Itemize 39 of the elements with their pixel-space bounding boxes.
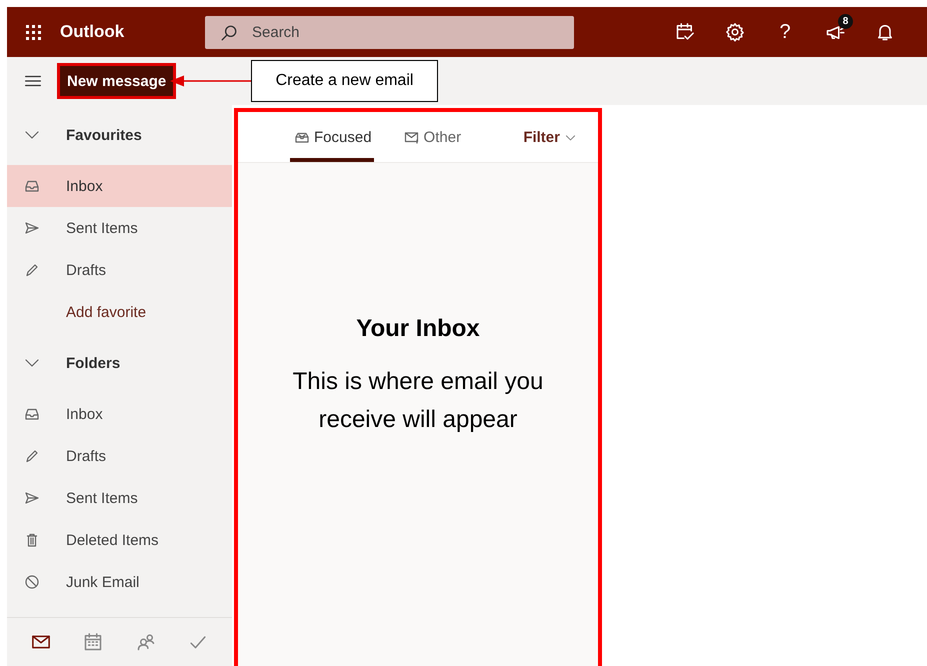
folder-item[interactable]: Deleted Items [7,519,232,561]
trash-icon [24,532,40,548]
search-icon [220,24,238,42]
inbox-icon [24,178,40,194]
callout-box: Create a new email [251,60,438,102]
folder-item[interactable]: Sent Items [7,207,232,249]
mail-tab[interactable]: Other [400,112,464,162]
send-icon [24,220,40,236]
section-title: Favourites [66,126,142,144]
people-icon[interactable] [136,632,156,652]
settings-icon[interactable] [725,22,745,42]
empty-inbox-title: Your Inbox [356,315,480,343]
pencil-icon [24,448,40,464]
filter-button[interactable]: Filter [523,112,577,162]
folder-item[interactable]: Sent Items [7,477,232,519]
section-title: Folders [66,354,120,372]
app-launcher-icon[interactable] [24,23,42,41]
add-favorite-link[interactable]: Add favorite [7,291,232,333]
new-message-button[interactable]: New message [57,63,176,99]
pencil-icon [24,262,40,278]
calendar-check-icon[interactable] [675,22,695,42]
section-header[interactable]: Favourites [7,105,232,165]
bell-icon[interactable] [875,22,895,42]
inbox-icon [24,406,40,422]
notification-badge: 8 [838,14,853,29]
folder-item[interactable]: Drafts [7,435,232,477]
search-field[interactable]: Search [205,16,574,48]
empty-inbox-message: This is where email you receive will appear [292,367,544,435]
calendar-icon[interactable] [83,632,104,652]
help-button[interactable]: ? [760,7,810,57]
send-icon [24,490,40,506]
folder-item[interactable]: Inbox [7,393,232,435]
section-header[interactable]: Folders [7,333,232,393]
folder-item[interactable]: Drafts [7,249,232,291]
folder-item[interactable]: Inbox [7,165,232,207]
app-name: Outlook [60,22,126,42]
blocked-icon [24,574,40,590]
mail-tab[interactable]: Focused [290,112,374,162]
folder-item[interactable]: Junk Email [7,561,232,603]
